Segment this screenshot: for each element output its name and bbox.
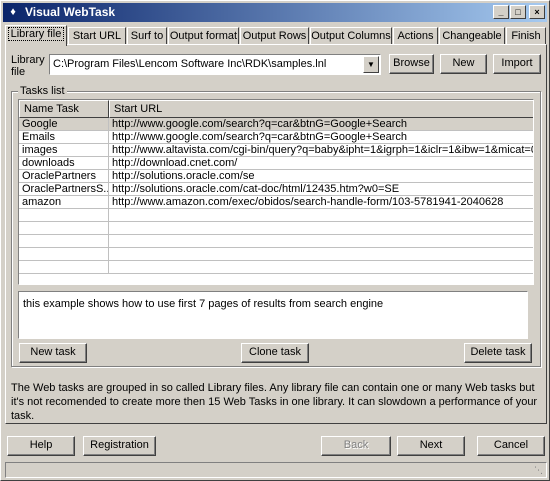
library-label-line1: Library [11, 54, 45, 66]
table-row[interactable] [19, 235, 533, 248]
tasks-list-title: Tasks list [18, 85, 67, 97]
close-button[interactable]: × [529, 5, 545, 19]
maximize-button[interactable]: □ [510, 5, 526, 19]
task-name-cell: OraclePartners [19, 170, 109, 183]
tab-start-url[interactable]: Start URL [68, 27, 126, 45]
library-file-combo[interactable]: C:\Program Files\Lencom Software Inc\RDK… [49, 54, 381, 75]
minimize-button[interactable]: _ [493, 5, 509, 19]
resize-grip-icon[interactable]: ⋱ [534, 465, 543, 476]
tab-changeable[interactable]: Changeable [439, 27, 505, 45]
tab-surf-to[interactable]: Surf to [127, 27, 167, 45]
task-name-cell: OraclePartnersS... [19, 183, 109, 196]
table-row[interactable]: Google http://www.google.com/search?q=car… [19, 118, 533, 131]
dropdown-arrow-icon[interactable]: ▼ [363, 56, 379, 73]
registration-button[interactable]: Registration [83, 436, 156, 456]
task-name-cell [19, 209, 109, 222]
table-row[interactable]: Emails http://www.google.com/search?q=car… [19, 131, 533, 144]
tab-output-format[interactable]: Output format [168, 27, 239, 45]
column-header-name[interactable]: Name Task [19, 100, 109, 118]
table-row[interactable] [19, 209, 533, 222]
task-name-cell [19, 235, 109, 248]
task-url-cell: http://www.google.com/search?q=car&btnG=… [109, 131, 533, 144]
table-row[interactable]: amazon http://www.amazon.com/exec/obidos/… [19, 196, 533, 209]
column-header-url[interactable]: Start URL [109, 100, 533, 118]
task-url-cell: http://www.amazon.com/exec/obidos/search… [109, 196, 533, 209]
help-button[interactable]: Help [7, 436, 75, 456]
status-bar [5, 462, 547, 478]
task-name-cell: Emails [19, 131, 109, 144]
table-row[interactable] [19, 261, 533, 274]
table-row[interactable] [19, 222, 533, 235]
task-url-cell: http://www.altavista.com/cgi-bin/query?q… [109, 144, 533, 157]
browse-button[interactable]: Browse [389, 54, 434, 74]
next-button[interactable]: Next [397, 436, 465, 456]
tab-output-columns[interactable]: Output Columns [310, 27, 392, 45]
tab-actions[interactable]: Actions [393, 27, 438, 45]
new-library-button[interactable]: New [440, 54, 487, 74]
task-name-cell: Google [19, 118, 109, 131]
tasks-grid[interactable]: Name Task Start URL Google http://www.goo… [18, 99, 534, 285]
info-text: The Web tasks are grouped in so called L… [11, 382, 538, 422]
task-url-cell [109, 209, 533, 222]
task-url-cell [109, 222, 533, 235]
delete-task-button[interactable]: Delete task [464, 343, 532, 363]
library-file-path: C:\Program Files\Lencom Software Inc\RDK… [53, 58, 327, 70]
task-name-cell: downloads [19, 157, 109, 170]
title-bar: ♦ Visual WebTask _ □ × [3, 3, 547, 22]
task-description[interactable]: this example shows how to use first 7 pa… [18, 291, 528, 339]
grid-header: Name Task Start URL [19, 100, 533, 118]
task-name-cell [19, 261, 109, 274]
table-row[interactable]: OraclePartners http://solutions.oracle.co… [19, 170, 533, 183]
table-row[interactable]: images http://www.altavista.com/cgi-bin/q… [19, 144, 533, 157]
library-file-label: Library file [11, 54, 45, 78]
cancel-button[interactable]: Cancel [477, 436, 545, 456]
main-window: ♦ Visual WebTask _ □ × Library file Star… [0, 0, 550, 481]
tab-library-file[interactable]: Library file [5, 25, 67, 46]
table-row[interactable]: OraclePartnersS... http://solutions.oracl… [19, 183, 533, 196]
tab-output-rows[interactable]: Output Rows [240, 27, 309, 45]
app-icon: ♦ [10, 6, 16, 18]
new-task-button[interactable]: New task [19, 343, 87, 363]
library-label-line2: file [11, 66, 26, 78]
tab-finish[interactable]: Finish [506, 27, 546, 45]
clone-task-button[interactable]: Clone task [241, 343, 309, 363]
import-button[interactable]: Import [493, 54, 541, 74]
tab-strip: Library file Start URL Surf to Output fo… [5, 25, 547, 46]
back-button[interactable]: Back [321, 436, 391, 456]
table-row[interactable] [19, 248, 533, 261]
task-url-cell: http://download.cnet.com/ [109, 157, 533, 170]
task-name-cell [19, 222, 109, 235]
task-url-cell: http://solutions.oracle.com/se [109, 170, 533, 183]
table-row[interactable]: downloads http://download.cnet.com/ [19, 157, 533, 170]
window-title: Visual WebTask [25, 5, 116, 19]
task-url-cell [109, 248, 533, 261]
task-name-cell [19, 248, 109, 261]
task-name-cell: images [19, 144, 109, 157]
task-url-cell: http://solutions.oracle.com/cat-doc/html… [109, 183, 533, 196]
task-url-cell: http://www.google.com/search?q=car&btnG=… [109, 118, 533, 131]
task-url-cell [109, 261, 533, 274]
task-url-cell [109, 235, 533, 248]
task-name-cell: amazon [19, 196, 109, 209]
